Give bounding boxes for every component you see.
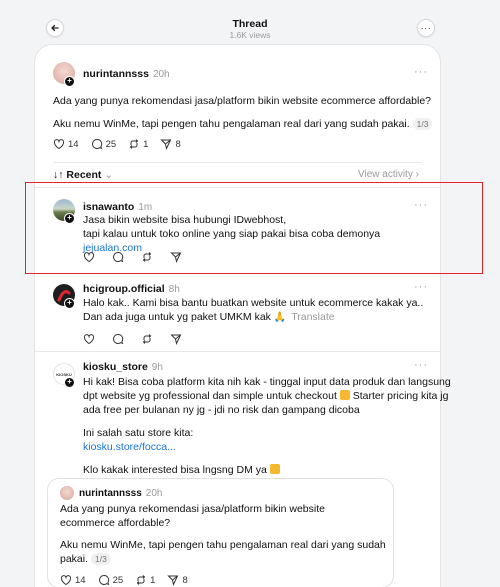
username[interactable]: nurintannsss 20h	[79, 488, 162, 499]
chevron-right-icon: ›	[415, 169, 419, 180]
heart-icon	[60, 575, 72, 586]
reply-text-3: ada free per bulanan ny jg - jdi no risk…	[83, 404, 360, 416]
quoted-text-3: Aku nemu WinMe, tapi pengen tahu pengala…	[60, 539, 386, 551]
more-button[interactable]: ···	[417, 19, 435, 37]
page-badge[interactable]: 1/3	[91, 553, 111, 565]
reply-item: + hcigroup.official 8h ··· Halo kak.. Kam…	[35, 273, 440, 351]
reply-text-2: dpt website yg professional dan simple u…	[83, 390, 449, 402]
avatar	[60, 486, 74, 500]
quoted-text-1: Ada yang punya rekomendasi jasa/platform…	[60, 503, 325, 515]
repost-icon	[129, 139, 139, 149]
reply-text-1: Halo kak.. Kami bisa bantu buatkan websi…	[83, 297, 424, 309]
send-icon	[160, 139, 172, 150]
like-button[interactable]: 14	[60, 574, 86, 586]
chevron-down-icon: ⌄	[104, 169, 114, 181]
highlight-box	[25, 182, 483, 274]
more-dots-icon: ···	[420, 23, 432, 33]
send-icon	[167, 575, 179, 586]
reply-button[interactable]: 25	[91, 138, 116, 150]
post-text-2: Aku nemu WinMe, tapi pengen tahu pengala…	[53, 117, 433, 131]
follow-plus-icon[interactable]: +	[64, 298, 75, 309]
repost-button[interactable]	[141, 333, 156, 345]
reply-text-1: Hi kak! Bisa coba platform kita nih kak …	[83, 376, 451, 388]
sort-icon: ↓↑	[53, 169, 64, 181]
quoted-text-2: ecommerce affordable?	[60, 517, 171, 529]
username[interactable]: hcigroup.official 8h	[83, 283, 180, 295]
post-time: 20h	[152, 69, 170, 80]
reply-text-2: Dan ada juga untuk yg paket UMKM kak 🙏 T…	[83, 311, 335, 323]
share-button[interactable]: 8	[167, 574, 188, 586]
post-more-icon[interactable]: ···	[414, 359, 428, 371]
heart-icon	[83, 334, 95, 345]
top-bar: Thread 1.6K views ···	[0, 0, 500, 44]
follow-plus-icon[interactable]: +	[64, 377, 75, 388]
repost-button[interactable]: 1	[128, 138, 148, 150]
post-time: 9h	[151, 362, 163, 373]
comment-icon	[91, 138, 102, 150]
translate-link[interactable]: Translate	[291, 311, 334, 323]
thumbs-up-emoji-icon	[269, 464, 280, 474]
reply-button[interactable]: 25	[98, 574, 123, 586]
comment-icon	[113, 333, 124, 345]
username[interactable]: nurintannsss 20h	[83, 68, 170, 80]
thumbs-up-emoji-icon	[339, 390, 350, 400]
like-button[interactable]: 14	[53, 138, 79, 150]
post-actions: 14 25 1 8	[53, 138, 193, 150]
post-more-icon[interactable]: ···	[414, 66, 428, 78]
post-more-icon[interactable]: ···	[414, 281, 428, 293]
repost-icon	[136, 575, 146, 585]
reply-text-4: Ini salah satu store kita:	[83, 427, 194, 439]
page-badge[interactable]: 1/3	[412, 118, 433, 130]
view-activity-link[interactable]: View activity ›	[358, 169, 419, 180]
store-link[interactable]: kiosku.store/focca...	[83, 440, 443, 454]
share-button[interactable]: 8	[160, 138, 181, 150]
follow-plus-icon[interactable]: +	[64, 76, 75, 87]
post-time: 20h	[145, 488, 163, 499]
kiosku-logo: KIOSKU	[56, 371, 72, 377]
share-button[interactable]	[170, 333, 185, 345]
comment-icon	[98, 574, 109, 586]
like-button[interactable]	[83, 333, 98, 345]
pray-emoji-icon: 🙏	[273, 312, 287, 323]
quoted-actions: 14 25 1 8	[60, 574, 200, 586]
quoted-text-4: pakai. 1/3	[60, 552, 390, 566]
divider	[53, 162, 421, 163]
reply-text-5: Klo kakak interested bisa lngsng DM ya	[83, 463, 443, 477]
post-time: 8h	[168, 284, 180, 295]
quoted-post[interactable]: nurintannsss 20h Ada yang punya rekomenda…	[47, 478, 394, 587]
username[interactable]: kiosku_store 9h	[83, 361, 163, 373]
post-text-1: Ada yang punya rekomendasi jasa/platform…	[53, 95, 432, 107]
repost-button[interactable]: 1	[135, 574, 155, 586]
reply-actions	[83, 333, 197, 345]
send-icon	[170, 334, 182, 345]
sort-dropdown[interactable]: ↓↑ Recent ⌄	[53, 169, 113, 181]
original-post: + nurintannsss 20h ··· Ada yang punya rek…	[35, 45, 440, 175]
reply-button[interactable]	[112, 333, 127, 345]
heart-icon	[53, 139, 65, 150]
repost-icon	[142, 334, 152, 344]
